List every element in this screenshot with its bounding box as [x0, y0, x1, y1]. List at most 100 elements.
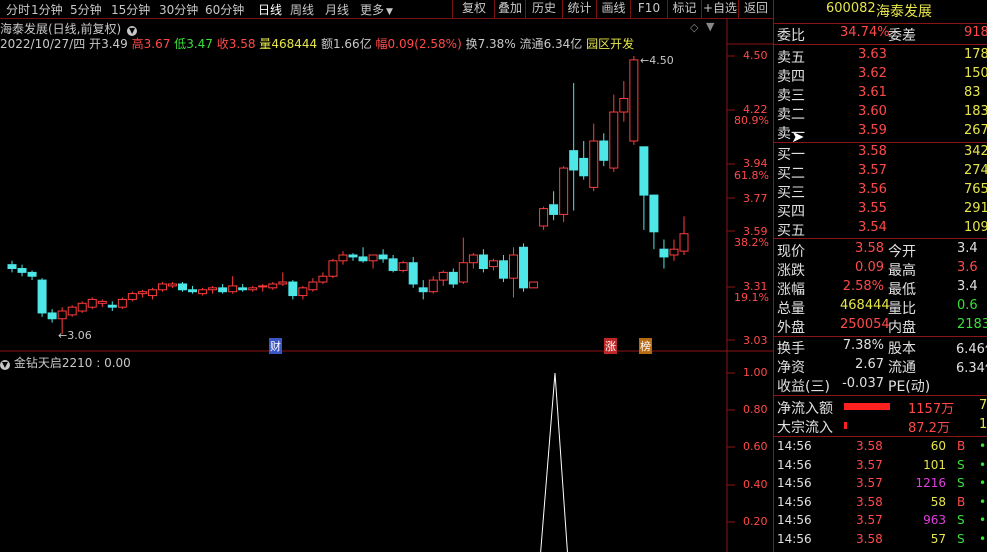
- bid-row[interactable]: 买三 3.56 765: [774, 182, 987, 201]
- ask-volume: 178: [964, 47, 987, 62]
- bid-volume: 342: [964, 144, 987, 159]
- weibi-label: 委比: [777, 28, 805, 44]
- candle-up: [57, 310, 67, 320]
- candle-down: [418, 287, 428, 293]
- stat-label: 涨幅: [777, 282, 805, 298]
- tick-price: 3.57: [856, 513, 883, 527]
- bid-row[interactable]: 买二 3.57 274: [774, 163, 987, 182]
- tick-time: 14:56: [777, 476, 812, 490]
- candle-up: [529, 281, 539, 289]
- tick-price: 3.57: [856, 457, 883, 472]
- candle-up: [228, 285, 238, 293]
- stat-label: 最低: [888, 282, 916, 298]
- tick-time: 14:56: [777, 457, 812, 472]
- high-marker: ←4.50: [640, 54, 674, 67]
- indicator-ticks-group: [727, 372, 735, 523]
- stat-label: 今开: [888, 244, 916, 260]
- stat-value: 3.58: [855, 241, 884, 256]
- stat-value: 3.6: [957, 260, 978, 275]
- tick-price: 3.58: [856, 531, 883, 546]
- kline-chart[interactable]: [0, 0, 773, 552]
- indicator-value: 0.00: [104, 356, 131, 370]
- candle-down: [659, 248, 669, 258]
- tick-extra: •: [979, 513, 987, 527]
- tick-volume: 58: [930, 494, 946, 509]
- limit-up-marker[interactable]: 涨: [604, 338, 617, 354]
- indicator-name[interactable]: 金钻天启2210: [14, 356, 93, 370]
- flow-value: 1157万: [908, 402, 955, 417]
- ask-row[interactable]: 卖四 3.62 150: [774, 66, 987, 85]
- flow-row: 大宗流入 87.2万 1: [774, 417, 987, 436]
- candle-up: [77, 302, 87, 312]
- tick-row: 14:56 3.57 1216 S •: [774, 476, 987, 495]
- candle-down: [639, 146, 649, 196]
- candle-up: [87, 298, 97, 308]
- tick-side: S: [957, 457, 965, 472]
- indicator-sep: :: [96, 356, 101, 370]
- chevron-down-icon[interactable]: ▼: [0, 360, 10, 370]
- bid-row[interactable]: 买一 3.58 342: [774, 144, 987, 163]
- candle-down: [649, 194, 659, 233]
- candle-down: [478, 254, 488, 270]
- candle-up: [338, 254, 348, 262]
- candle-up: [679, 233, 689, 252]
- stat-label: 涨跌: [777, 263, 805, 279]
- flow-bar: [844, 403, 890, 410]
- bid-label: 买三: [777, 185, 805, 201]
- candle-up: [468, 254, 478, 264]
- candle-up: [619, 98, 629, 113]
- ask-row[interactable]: 卖二 3.60 183: [774, 104, 987, 123]
- stat-row: 外盘 250054 内盘 21839: [774, 317, 987, 336]
- low-marker: ←3.06: [58, 329, 92, 342]
- candle-up: [669, 248, 679, 256]
- ask-row[interactable]: 卖三 3.61 83: [774, 85, 987, 104]
- stock-code: 600082: [826, 1, 876, 16]
- stat-label: 换手: [777, 341, 805, 357]
- tick-time: 14:56: [777, 531, 812, 546]
- candle-up: [298, 287, 308, 297]
- stat-label: PE(动): [888, 379, 931, 395]
- bid-row[interactable]: 买五 3.54 109: [774, 220, 987, 239]
- candle-down: [549, 204, 559, 215]
- bid-row[interactable]: 买四 3.55 291: [774, 201, 987, 220]
- bid-label: 买一: [777, 147, 805, 163]
- bid-volume: 291: [964, 201, 987, 216]
- arrow-left-icon: ←: [58, 329, 68, 342]
- ask-label: 卖四: [777, 69, 805, 85]
- bid-label: 买四: [777, 204, 805, 220]
- high-marker-value: 4.50: [649, 54, 674, 67]
- flow-bar: [844, 422, 847, 429]
- fib-tick-label: 19.1%: [734, 291, 769, 304]
- candle-down: [569, 150, 579, 171]
- candle-up: [508, 254, 518, 279]
- candle-up: [629, 59, 639, 142]
- candle-up: [278, 281, 288, 285]
- bid-price: 3.58: [858, 144, 887, 159]
- candle-down: [519, 246, 529, 289]
- bid-price: 3.56: [858, 182, 887, 197]
- candle-up: [308, 281, 318, 291]
- stat-label: 总量: [777, 301, 805, 317]
- candle-down: [37, 279, 47, 314]
- flow-tail: 7: [979, 398, 987, 413]
- candle-up: [398, 262, 408, 271]
- candle-up: [539, 208, 549, 227]
- ask-row[interactable]: 卖五 3.63 178: [774, 47, 987, 66]
- candle-up: [198, 289, 208, 295]
- indicator-tick-label: 0.20: [743, 515, 768, 528]
- tick-time: 14:56: [777, 513, 812, 527]
- finance-marker[interactable]: 财: [269, 338, 282, 354]
- low-marker-value: 3.06: [67, 329, 92, 342]
- ask-volume: 267: [964, 123, 987, 138]
- stat-row: 涨幅 2.58% 最低 3.4: [774, 279, 987, 298]
- ranking-marker[interactable]: 榜: [639, 338, 652, 354]
- tick-extra: •: [979, 457, 987, 472]
- ask-price: 3.60: [858, 104, 887, 119]
- candle-up: [127, 293, 137, 300]
- candle-up: [589, 140, 599, 188]
- ask-volume: 83: [964, 85, 981, 100]
- tick-extra: •: [979, 531, 987, 546]
- candle-up: [458, 262, 468, 283]
- candle-up: [258, 285, 268, 288]
- ask-row[interactable]: 卖一 3.59 267: [774, 123, 987, 142]
